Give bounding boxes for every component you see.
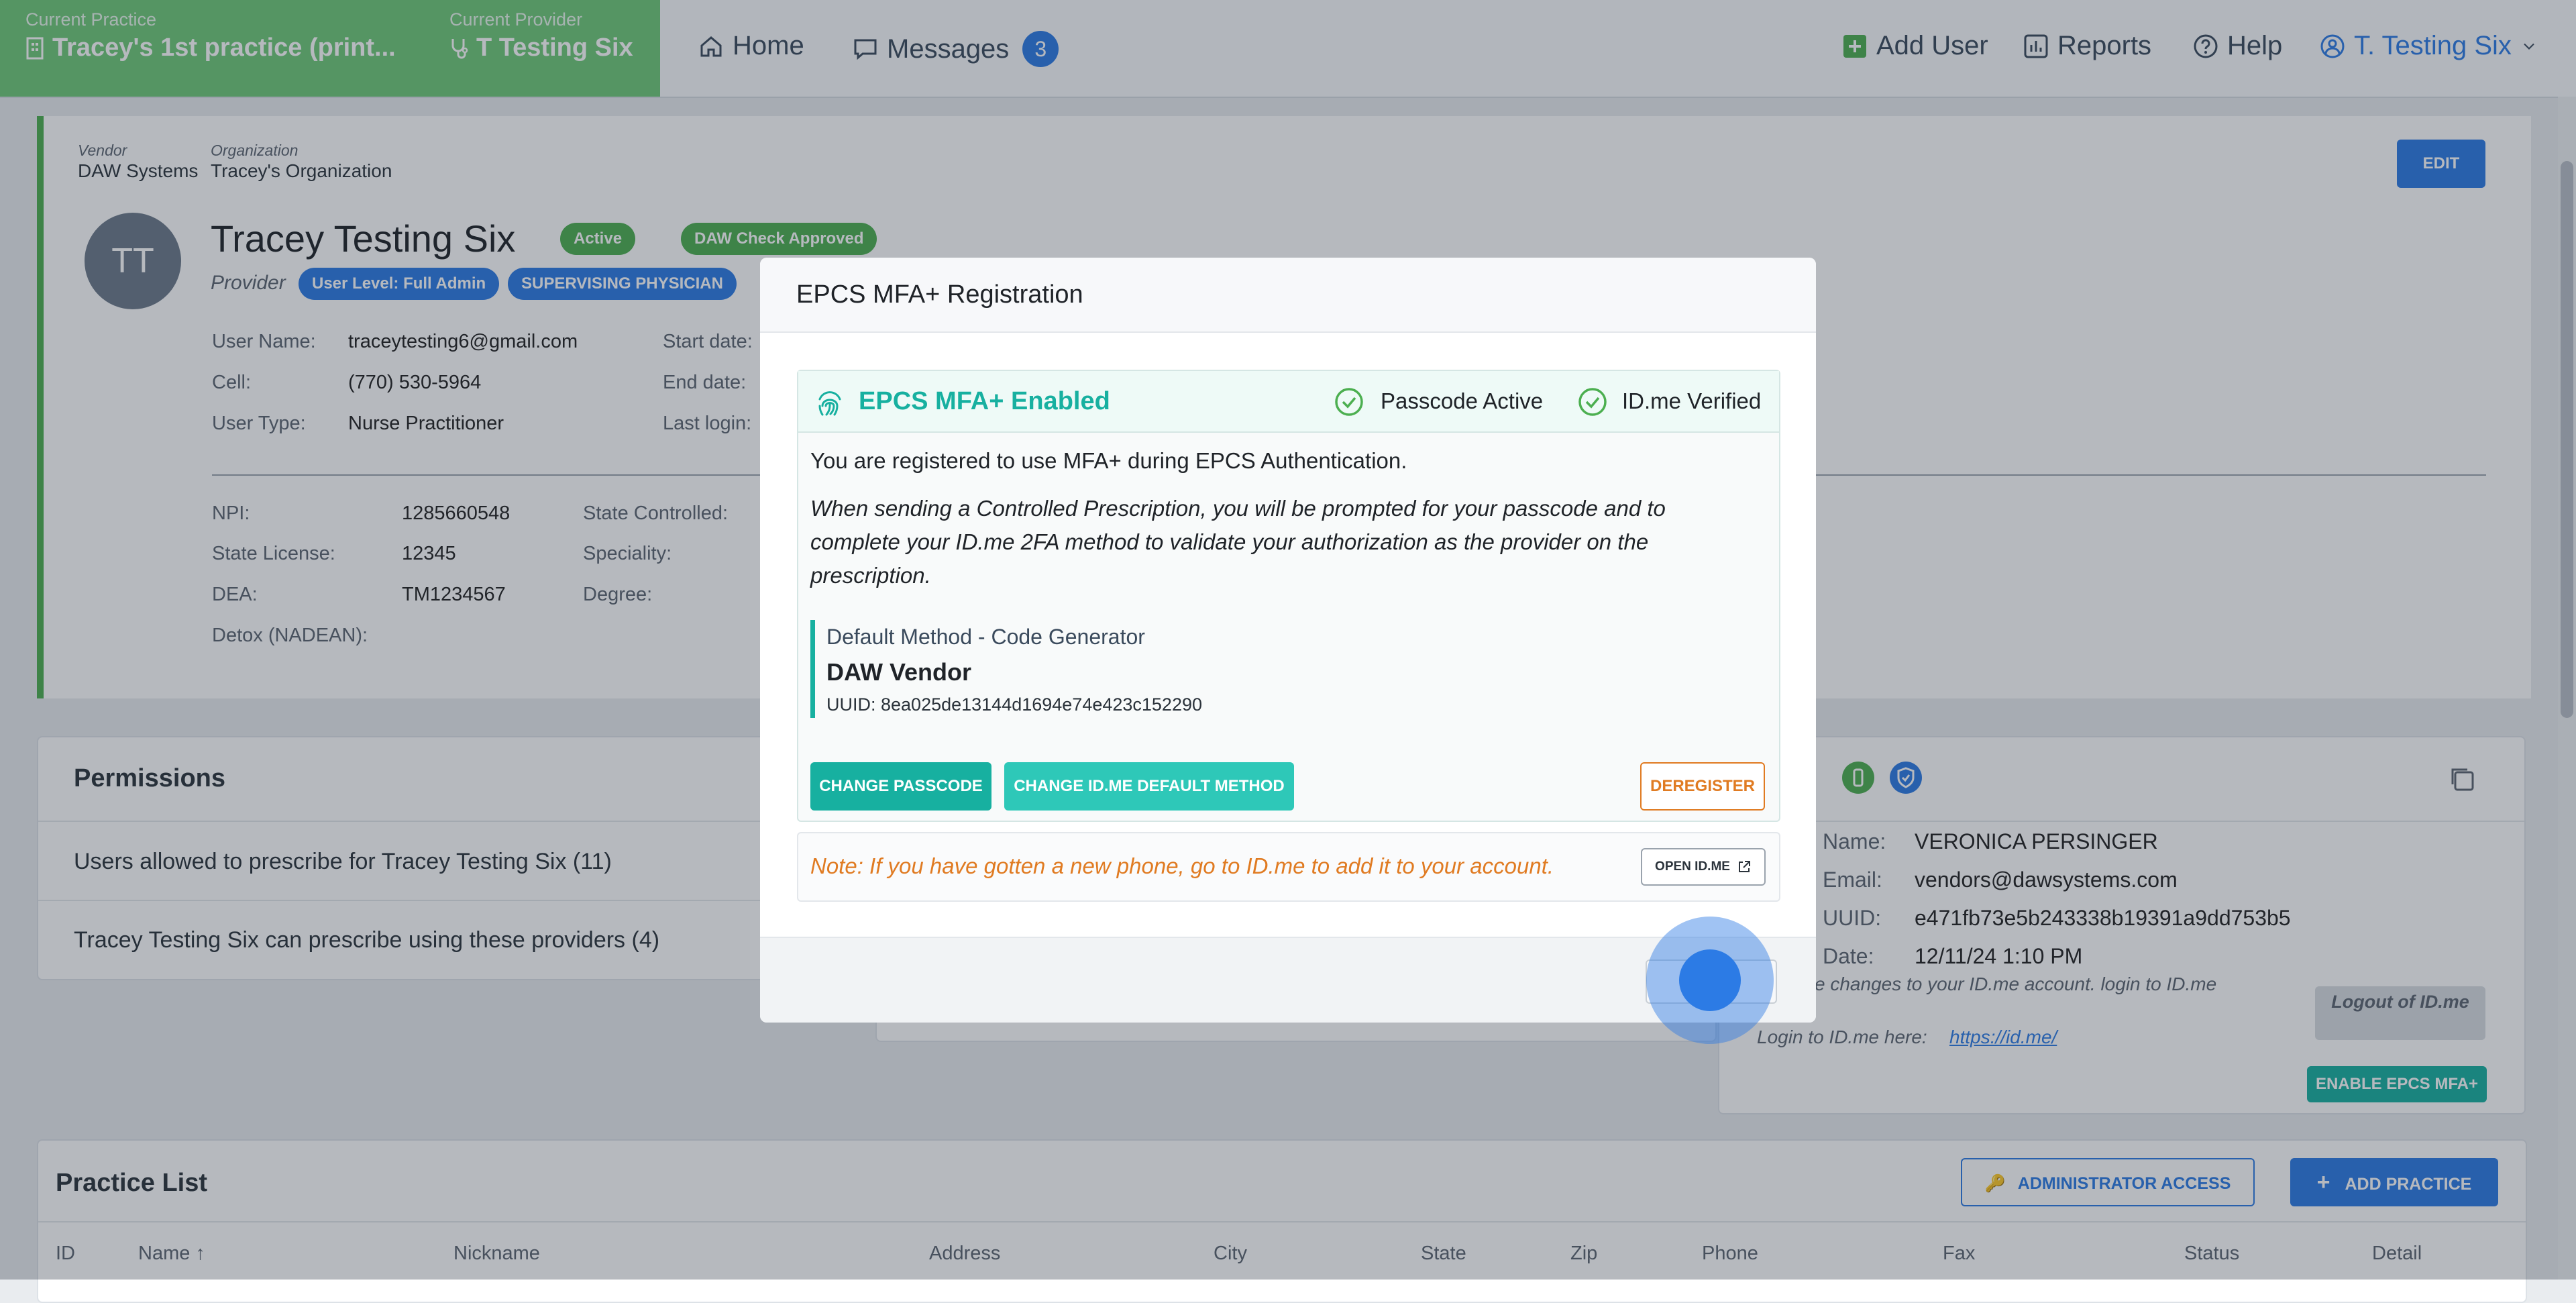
mfa-enabled-heading: EPCS MFA+ Enabled bbox=[859, 387, 1110, 415]
change-passcode-button[interactable]: CHANGE PASSCODE bbox=[810, 762, 991, 811]
mfa-status-box: EPCS MFA+ Enabled Passcode Active ID.me … bbox=[797, 370, 1780, 822]
idme-verified-status: ID.me Verified bbox=[1622, 388, 1762, 413]
new-phone-note: Note: If you have gotten a new phone, go… bbox=[797, 832, 1780, 902]
mfa-status-header: EPCS MFA+ Enabled Passcode Active ID.me … bbox=[798, 371, 1779, 433]
modal-header: EPCS MFA+ Registration bbox=[760, 258, 1816, 333]
epcs-mfa-registration-modal: EPCS MFA+ Registration EPCS MFA+ Enabled… bbox=[760, 258, 1816, 1023]
default-method-accent bbox=[810, 620, 815, 718]
click-indicator bbox=[1646, 917, 1774, 1044]
external-link-icon bbox=[1738, 861, 1750, 872]
registered-text: You are registered to use MFA+ during EP… bbox=[810, 448, 1407, 473]
modal-title: EPCS MFA+ Registration bbox=[796, 280, 1083, 309]
change-idme-default-method-button[interactable]: CHANGE ID.ME DEFAULT METHOD bbox=[1004, 762, 1294, 811]
check-circle-icon bbox=[1335, 388, 1363, 416]
default-method-uuid: UUID: 8ea025de13144d1694e74e423c152290 bbox=[826, 694, 1202, 715]
passcode-active-status: Passcode Active bbox=[1381, 388, 1544, 413]
fingerprint-icon bbox=[818, 391, 841, 416]
instructions-text: When sending a Controlled Prescription, … bbox=[810, 496, 1666, 588]
default-method-label: Default Method - Code Generator bbox=[826, 625, 1145, 649]
deregister-button[interactable]: DEREGISTER bbox=[1640, 762, 1765, 811]
new-phone-note-text: Note: If you have gotten a new phone, go… bbox=[810, 853, 1554, 878]
default-method-vendor: DAW Vendor bbox=[826, 658, 972, 686]
check-circle-icon bbox=[1578, 388, 1607, 416]
click-indicator-dot bbox=[1679, 949, 1741, 1011]
open-idme-label: OPEN ID.ME bbox=[1655, 859, 1730, 874]
open-idme-button[interactable]: OPEN ID.ME bbox=[1641, 848, 1766, 886]
